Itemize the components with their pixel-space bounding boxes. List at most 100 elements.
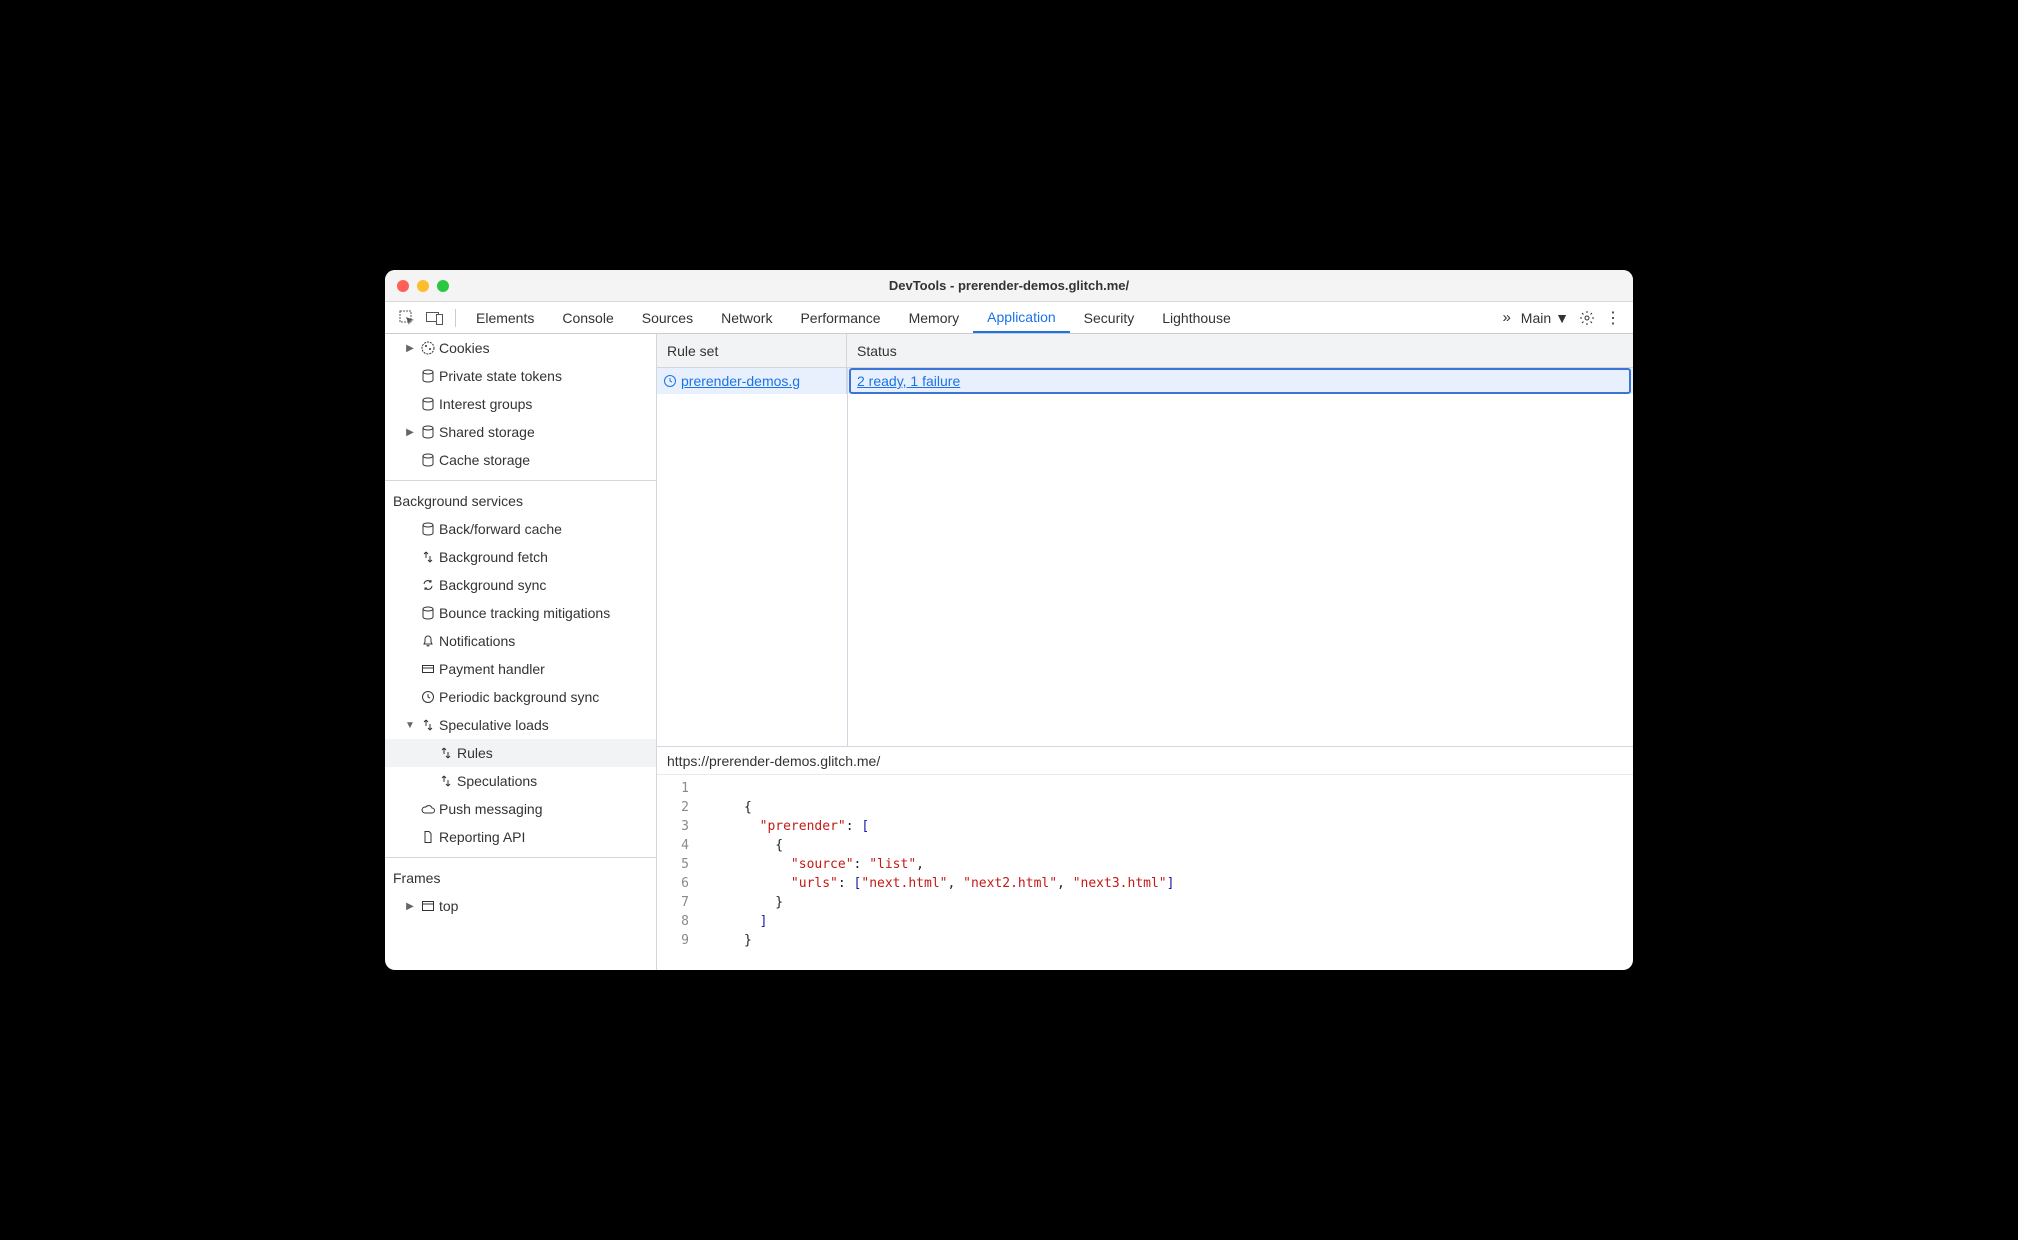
- sidebar-item-cache-storage[interactable]: ▶ Cache storage: [385, 446, 656, 474]
- sidebar-item-label: Background fetch: [439, 549, 548, 565]
- devtools-window: DevTools - prerender-demos.glitch.me/ El…: [385, 270, 1633, 970]
- sidebar-item-label: Rules: [457, 745, 493, 761]
- sidebar-item-periodic-sync[interactable]: ▶ Periodic background sync: [385, 683, 656, 711]
- sidebar-item-label: Speculations: [457, 773, 537, 789]
- main-toolbar: Elements Console Sources Network Perform…: [385, 302, 1633, 334]
- sidebar-item-bg-sync[interactable]: ▶ Background sync: [385, 571, 656, 599]
- clock-icon: [663, 374, 677, 388]
- line-number: 4: [657, 836, 689, 855]
- sidebar-item-label: Push messaging: [439, 801, 543, 817]
- frame-selector-label: Main: [1521, 310, 1551, 326]
- column-header-status[interactable]: Status: [847, 334, 1633, 367]
- sidebar-item-label: Periodic background sync: [439, 689, 599, 705]
- cookie-icon: [419, 341, 437, 355]
- bell-icon: [419, 634, 437, 648]
- tab-network[interactable]: Network: [707, 302, 786, 333]
- sidebar-item-label: Payment handler: [439, 661, 545, 677]
- transfer-icon: [419, 550, 437, 564]
- ruleset-link[interactable]: prerender-demos.g: [657, 368, 847, 394]
- document-icon: [419, 830, 437, 844]
- frame-icon: [419, 899, 437, 913]
- sidebar-item-label: Private state tokens: [439, 368, 562, 384]
- sidebar-item-speculative-loads[interactable]: ▼ Speculative loads: [385, 711, 656, 739]
- sidebar-item-label: Shared storage: [439, 424, 535, 440]
- transfer-icon: [437, 746, 455, 760]
- sidebar-item-speculations[interactable]: ▶ Speculations: [385, 767, 656, 795]
- code-content[interactable]: { "prerender": [ { "source": "list", "ur…: [697, 779, 1633, 950]
- line-number: 2: [657, 798, 689, 817]
- sidebar-item-shared-storage[interactable]: ▶ Shared storage: [385, 418, 656, 446]
- clock-icon: [419, 690, 437, 704]
- tab-memory[interactable]: Memory: [895, 302, 974, 333]
- sidebar-section-bg-services: Background services: [385, 487, 656, 515]
- sidebar-item-label: Bounce tracking mitigations: [439, 605, 610, 621]
- line-number: 7: [657, 893, 689, 912]
- database-icon: [419, 606, 437, 620]
- transfer-icon: [419, 718, 437, 732]
- sidebar-item-label: Back/forward cache: [439, 521, 562, 537]
- card-icon: [419, 662, 437, 676]
- frame-selector[interactable]: Main ▼: [1521, 310, 1569, 326]
- column-header-ruleset[interactable]: Rule set: [657, 334, 847, 367]
- sidebar-item-push-messaging[interactable]: ▶ Push messaging: [385, 795, 656, 823]
- tab-console[interactable]: Console: [548, 302, 627, 333]
- inspect-element-icon[interactable]: [393, 304, 421, 332]
- minimize-window-button[interactable]: [417, 280, 429, 292]
- sidebar-item-label: Cache storage: [439, 452, 530, 468]
- sync-icon: [419, 578, 437, 592]
- sidebar-item-label: Speculative loads: [439, 717, 549, 733]
- sidebar-item-private-state[interactable]: ▶ Private state tokens: [385, 362, 656, 390]
- line-number: 8: [657, 912, 689, 931]
- sidebar-item-label: Background sync: [439, 577, 546, 593]
- tab-application[interactable]: Application: [973, 302, 1070, 333]
- tab-performance[interactable]: Performance: [786, 302, 894, 333]
- device-toolbar-icon[interactable]: [421, 304, 449, 332]
- sidebar-item-label: Reporting API: [439, 829, 525, 845]
- sidebar-item-cookies[interactable]: ▶ Cookies: [385, 334, 656, 362]
- sidebar-item-reporting-api[interactable]: ▶ Reporting API: [385, 823, 656, 851]
- settings-icon[interactable]: [1579, 310, 1595, 326]
- sidebar-item-notifications[interactable]: ▶ Notifications: [385, 627, 656, 655]
- application-sidebar: ▶ Cookies ▶ Private state tokens ▶ Inter…: [385, 334, 657, 970]
- sidebar-item-rules[interactable]: ▶ Rules: [385, 739, 656, 767]
- close-window-button[interactable]: [397, 280, 409, 292]
- ruleset-table-body: prerender-demos.g 2 ready, 1 failure: [657, 368, 1633, 747]
- cloud-icon: [419, 802, 437, 816]
- line-number: 6: [657, 874, 689, 893]
- sidebar-item-bg-fetch[interactable]: ▶ Background fetch: [385, 543, 656, 571]
- sidebar-item-bfcache[interactable]: ▶ Back/forward cache: [385, 515, 656, 543]
- sidebar-item-label: Interest groups: [439, 396, 532, 412]
- source-url-header: https://prerender-demos.glitch.me/: [657, 747, 1633, 775]
- status-link[interactable]: 2 ready, 1 failure: [849, 368, 1631, 394]
- sidebar-item-label: Cookies: [439, 340, 490, 356]
- chevron-down-icon: ▼: [1555, 310, 1569, 326]
- sidebar-item-label: top: [439, 898, 458, 914]
- titlebar: DevTools - prerender-demos.glitch.me/: [385, 270, 1633, 302]
- sidebar-item-frames-top[interactable]: ▶ top: [385, 892, 656, 920]
- line-number: 9: [657, 931, 689, 950]
- tab-security[interactable]: Security: [1070, 302, 1149, 333]
- column-divider[interactable]: [847, 368, 848, 746]
- line-number: 1: [657, 779, 689, 798]
- window-controls: [385, 280, 449, 292]
- database-icon: [419, 397, 437, 411]
- sidebar-item-payment-handler[interactable]: ▶ Payment handler: [385, 655, 656, 683]
- more-tabs-icon[interactable]: »: [1502, 309, 1510, 326]
- line-number: 5: [657, 855, 689, 874]
- table-row[interactable]: prerender-demos.g 2 ready, 1 failure: [657, 368, 1633, 394]
- ruleset-table-header: Rule set Status: [657, 334, 1633, 368]
- database-icon: [419, 369, 437, 383]
- kebab-menu-icon[interactable]: ⋮: [1605, 308, 1621, 328]
- sidebar-item-bounce-tracking[interactable]: ▶ Bounce tracking mitigations: [385, 599, 656, 627]
- sidebar-section-frames: Frames: [385, 864, 656, 892]
- sidebar-item-label: Notifications: [439, 633, 515, 649]
- tab-lighthouse[interactable]: Lighthouse: [1148, 302, 1245, 333]
- tab-sources[interactable]: Sources: [628, 302, 707, 333]
- maximize-window-button[interactable]: [437, 280, 449, 292]
- line-number: 3: [657, 817, 689, 836]
- transfer-icon: [437, 774, 455, 788]
- database-icon: [419, 453, 437, 467]
- database-icon: [419, 425, 437, 439]
- tab-elements[interactable]: Elements: [462, 302, 548, 333]
- sidebar-item-interest-groups[interactable]: ▶ Interest groups: [385, 390, 656, 418]
